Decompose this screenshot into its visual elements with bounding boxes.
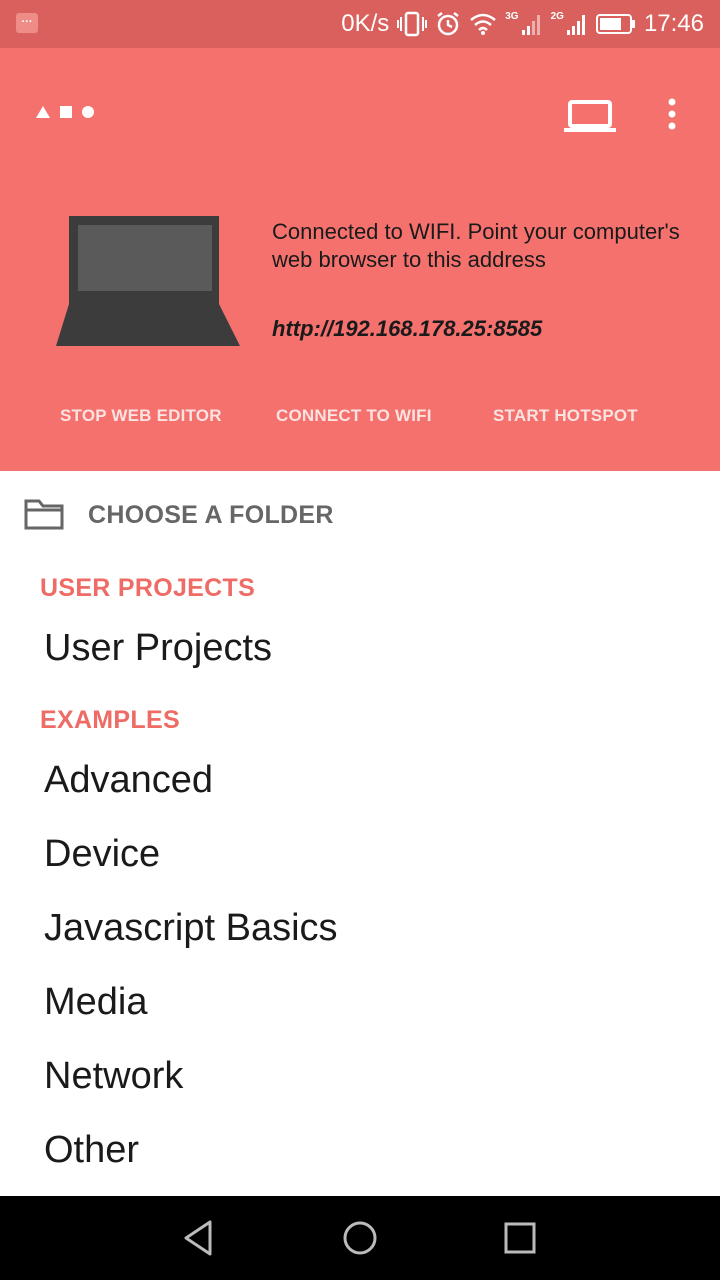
status-icons: 0K/s 3G 2G 17:46 bbox=[341, 0, 704, 48]
start-hotspot-button[interactable]: START HOTSPOT bbox=[493, 400, 638, 432]
connection-message: Connected to WIFI. Point your computer's… bbox=[272, 219, 680, 272]
status-bar: ··· 0K/s 3G 2G 17:46 bbox=[0, 0, 720, 48]
list-item-label: Javascript Basics bbox=[44, 907, 338, 949]
home-icon[interactable] bbox=[338, 1216, 382, 1260]
list-item-label: User Projects bbox=[44, 627, 273, 669]
wifi-icon bbox=[470, 13, 497, 35]
vibrate-icon bbox=[397, 11, 428, 37]
signal-icon-2 bbox=[566, 15, 585, 35]
shapes-logo-icon bbox=[36, 106, 94, 118]
net-3g-label: 3G bbox=[505, 10, 519, 22]
list-item-device[interactable]: Device bbox=[0, 821, 720, 889]
list-item-advanced[interactable]: Advanced bbox=[0, 747, 720, 815]
signal-icon-1 bbox=[521, 15, 540, 35]
laptop-illustration bbox=[56, 216, 240, 346]
connect-to-wifi-button[interactable]: CONNECT TO WIFI bbox=[276, 400, 432, 432]
header-actions: STOP WEB EDITOR CONNECT TO WIFI START HO… bbox=[0, 400, 720, 432]
section-examples-title: EXAMPLES bbox=[40, 706, 180, 734]
list-item-label: Device bbox=[44, 833, 161, 875]
laptop-icon[interactable] bbox=[562, 92, 618, 138]
section-user-projects-title: USER PROJECTS bbox=[40, 574, 256, 602]
navigation-bar bbox=[0, 1196, 720, 1280]
folder-icon bbox=[24, 499, 64, 530]
stop-web-editor-button[interactable]: STOP WEB EDITOR bbox=[60, 400, 222, 432]
list-item-user-projects[interactable]: User Projects bbox=[0, 615, 720, 683]
clock: 17:46 bbox=[643, 10, 704, 37]
choose-folder-row[interactable]: CHOOSE A FOLDER bbox=[0, 471, 720, 563]
list-item-label: Advanced bbox=[44, 759, 214, 801]
back-icon[interactable] bbox=[178, 1216, 222, 1260]
alarm-icon bbox=[437, 12, 459, 36]
web-editor-address[interactable]: http://192.168.178.25:8585 bbox=[272, 316, 542, 342]
list-item-javascript-basics[interactable]: Javascript Basics bbox=[0, 895, 720, 963]
list-item-other[interactable]: Other bbox=[0, 1117, 720, 1185]
list-item-media[interactable]: Media bbox=[0, 969, 720, 1037]
battery-icon bbox=[595, 14, 635, 34]
choose-folder-label: CHOOSE A FOLDER bbox=[88, 501, 334, 529]
net-speed: 0K/s bbox=[341, 10, 390, 37]
net-2g-label: 2G bbox=[550, 10, 564, 22]
list-item-label: Network bbox=[44, 1055, 184, 1097]
list-item-network[interactable]: Network bbox=[0, 1043, 720, 1111]
list-item-label: Other bbox=[44, 1129, 140, 1171]
more-vert-icon[interactable] bbox=[656, 92, 688, 138]
web-editor-header: Connected to WIFI. Point your computer's… bbox=[0, 48, 720, 471]
notification-icon: ··· bbox=[16, 13, 38, 33]
list-item-label: Media bbox=[44, 981, 148, 1023]
recent-apps-icon[interactable] bbox=[498, 1216, 542, 1260]
